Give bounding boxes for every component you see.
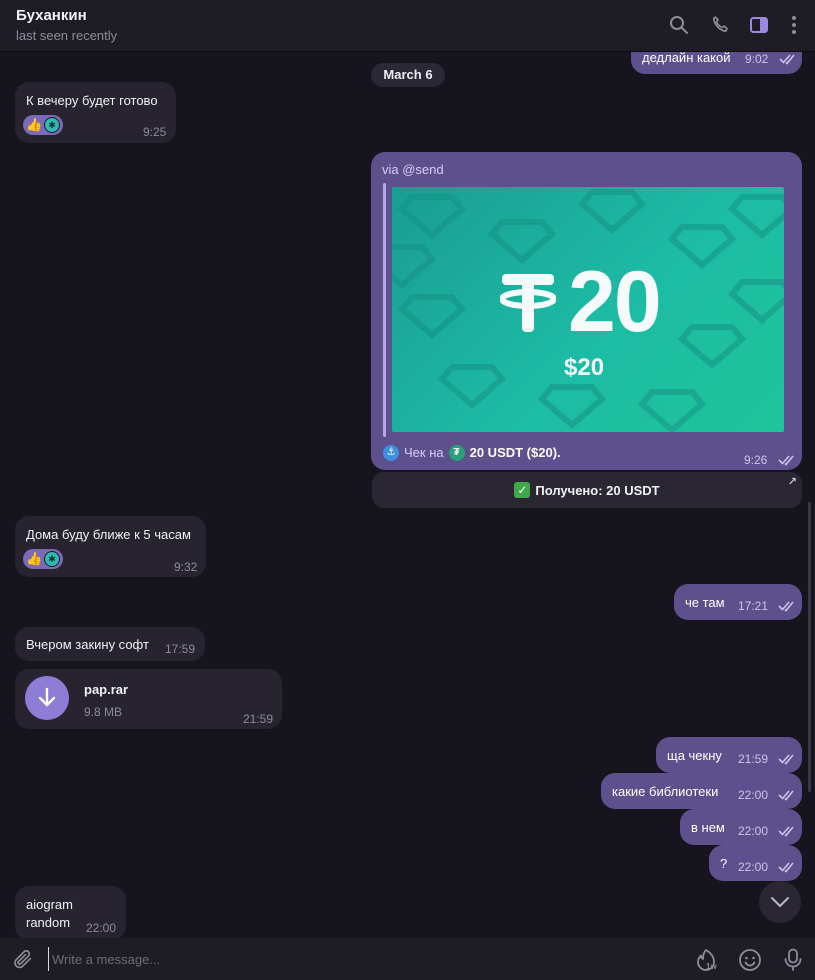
message-text: дедлайн какой: [642, 52, 731, 65]
message-time: 22:00: [738, 788, 769, 802]
check-message[interactable]: via @send 20 $20 ⚓ Чек на ₮ 20 USDT ($20…: [371, 152, 802, 470]
message-text: в нем: [691, 820, 725, 835]
message-incoming[interactable]: Вчером закину софт 17:59: [15, 627, 205, 661]
message-text-line-2: random: [26, 915, 71, 930]
message-text: че там: [685, 595, 725, 610]
reactor-avatar: ✱: [44, 551, 61, 567]
attach-icon[interactable]: [12, 948, 34, 970]
contact-status: last seen recently: [16, 28, 118, 43]
message-outgoing[interactable]: в нем 22:00: [680, 809, 802, 845]
check-usd-value: $20: [564, 354, 605, 381]
contact-name[interactable]: Буханкин: [16, 7, 87, 24]
message-incoming[interactable]: aiogram random 22:00: [15, 886, 126, 938]
message-text: Дома буду ближе к 5 часам: [26, 527, 191, 542]
scrollbar[interactable]: [808, 502, 811, 792]
message-text: К вечеру будет готово: [26, 93, 158, 108]
read-ticks-icon: [778, 862, 794, 873]
emoji-icon[interactable]: [737, 947, 763, 973]
message-incoming[interactable]: Дома буду ближе к 5 часам 👍 ✱ 9:32: [15, 516, 206, 577]
message-incoming[interactable]: К вечеру будет готово 👍 ✱ 9:25: [15, 82, 176, 143]
message-text: ща чекну: [667, 748, 722, 763]
message-text-line-1: aiogram: [26, 897, 73, 912]
search-icon[interactable]: [667, 13, 691, 37]
check-received-button[interactable]: ✓ Получено: 20 USDT ↗: [372, 472, 802, 508]
check-amount: 20: [568, 254, 662, 350]
more-vertical-icon[interactable]: [782, 13, 806, 37]
message-time: 22:00: [86, 921, 117, 935]
read-ticks-icon: [778, 790, 794, 801]
message-composer: 1w: [0, 938, 815, 980]
message-time: 9:32: [174, 560, 198, 574]
message-outgoing[interactable]: дедлайн какой 9:02: [631, 52, 802, 74]
read-ticks-icon: [778, 455, 794, 466]
message-input[interactable]: [48, 947, 648, 971]
chevron-down-icon: [771, 897, 789, 907]
scroll-down-button[interactable]: [759, 881, 801, 923]
sidebar-toggle-icon[interactable]: [747, 13, 771, 37]
via-bot-label[interactable]: via @send: [382, 161, 444, 178]
phone-icon[interactable]: [708, 13, 732, 37]
download-icon[interactable]: [25, 676, 69, 720]
file-size: 9.8 MB: [84, 705, 123, 719]
file-message[interactable]: pap.rar 9.8 MB 21:59: [15, 669, 282, 729]
timer-icon[interactable]: 1w: [693, 947, 719, 973]
check-caption-value: 20 USDT ($20).: [469, 445, 561, 460]
read-ticks-icon: [778, 754, 794, 765]
message-time: 22:00: [738, 860, 769, 874]
message-text: какие библиотеки: [612, 784, 719, 799]
message-time: 17:21: [738, 599, 769, 613]
date-separator: March 6: [371, 63, 445, 87]
read-ticks-icon: [778, 826, 794, 837]
microphone-icon[interactable]: [780, 947, 806, 973]
check-received-label: Получено: 20 USDT: [535, 482, 660, 498]
file-name[interactable]: pap.rar: [84, 681, 128, 698]
message-outgoing[interactable]: че там 17:21: [674, 584, 802, 620]
reactor-avatar: ✱: [44, 117, 61, 133]
read-ticks-icon: [778, 601, 794, 612]
usdt-icon: ₮: [448, 444, 465, 461]
check-preview-image[interactable]: 20 $20: [392, 187, 784, 432]
telegram-chat-window: Буханкин last seen recently дедлайн како…: [0, 0, 815, 980]
message-time: 22:00: [738, 824, 769, 838]
thumbs-up-reaction: 👍: [26, 551, 43, 566]
message-time: 17:59: [165, 642, 196, 656]
message-outgoing[interactable]: ? 22:00: [709, 845, 802, 881]
open-link-arrow-icon: ↗: [787, 476, 797, 488]
check-mark-icon: ✓: [514, 482, 531, 498]
check-caption-link[interactable]: Чек на: [404, 444, 444, 461]
chat-header: Буханкин last seen recently: [0, 0, 815, 52]
message-outgoing[interactable]: ща чекну 21:59: [656, 737, 802, 773]
message-text: ?: [720, 856, 728, 871]
read-ticks-icon: [779, 54, 795, 65]
message-time: 9:25: [143, 125, 167, 139]
link-preview-bar: [383, 183, 386, 437]
reaction-badge[interactable]: 👍 ✱: [23, 115, 64, 135]
reaction-badge[interactable]: 👍 ✱: [23, 549, 64, 569]
message-time: 9:26: [744, 453, 768, 467]
message-time: 21:59: [243, 712, 274, 726]
message-time: 21:59: [738, 752, 769, 766]
check-caption: ⚓ Чек на ₮ 20 USDT ($20).: [383, 444, 561, 461]
message-text: Вчером закину софт: [26, 637, 149, 652]
timer-badge: 1w: [706, 962, 717, 971]
message-list[interactable]: дедлайн какой 9:02 March 6 К вечеру буде…: [0, 52, 815, 938]
thumbs-up-reaction: 👍: [26, 117, 43, 132]
crypto-bot-icon: ⚓: [383, 444, 399, 461]
message-time: 9:02: [745, 52, 769, 66]
message-outgoing[interactable]: какие библиотеки 22:00: [601, 773, 802, 809]
tether-logo-icon: [500, 274, 556, 332]
